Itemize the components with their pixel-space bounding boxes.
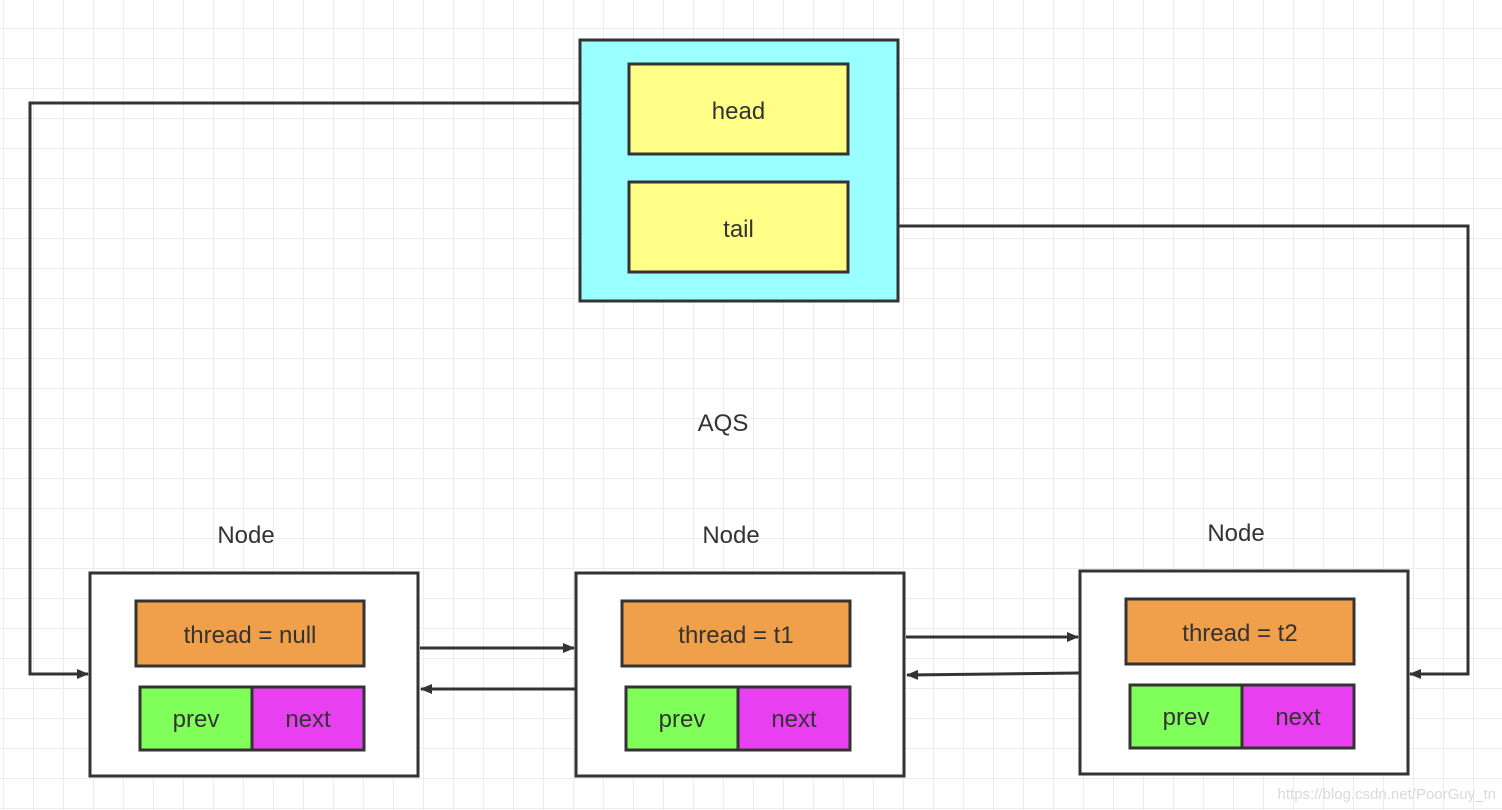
node-title: Node <box>217 522 274 549</box>
thread-label: thread = t2 <box>1182 620 1297 647</box>
next-label: next <box>285 706 331 733</box>
prev-label: prev <box>1163 704 1210 731</box>
tail-label: tail <box>723 216 754 243</box>
aqs-queue-diagram: head tail AQS Node thread = null prev ne… <box>0 0 1502 810</box>
thread-label: thread = t1 <box>678 622 793 649</box>
next-label: next <box>1275 704 1321 731</box>
aqs-box: head tail <box>578 38 900 303</box>
thread-label: thread = null <box>184 622 317 649</box>
node3-prev-arrow <box>906 669 1080 680</box>
node-title: Node <box>1207 520 1264 547</box>
head-label: head <box>712 98 765 125</box>
next-label: next <box>771 706 817 733</box>
watermark: https://blog.csdn.net/PoorGuy_tn <box>1278 786 1496 803</box>
prev-label: prev <box>659 706 706 733</box>
aqs-label: AQS <box>698 410 749 437</box>
node-title: Node <box>702 522 759 549</box>
prev-label: prev <box>173 706 220 733</box>
